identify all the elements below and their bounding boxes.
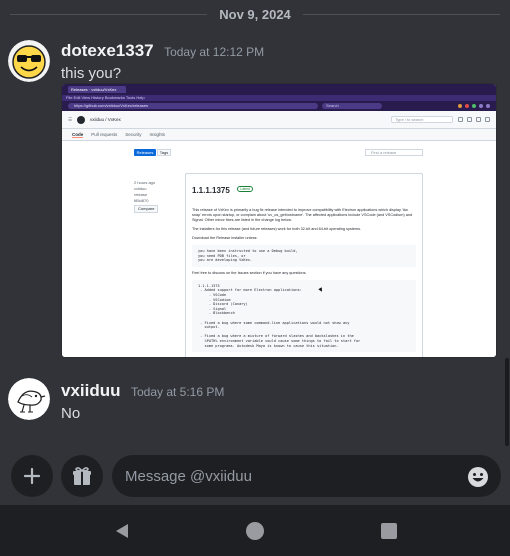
gift-icon: [73, 467, 91, 485]
plus-icon: [458, 117, 463, 122]
code-block: you have been instructed to use a Debug …: [192, 245, 416, 267]
gift-button[interactable]: [61, 455, 103, 497]
add-attachment-button[interactable]: [11, 455, 53, 497]
extension-icon: [458, 104, 462, 108]
tab-pull-requests: Pull requests: [91, 132, 118, 137]
tab-code: Code: [72, 131, 84, 138]
message-vxiiduu: vxiiduu Today at 5:16 PM No: [0, 378, 500, 438]
emoji-button[interactable]: [467, 466, 489, 488]
menu-icon: [486, 104, 490, 108]
username[interactable]: vxiiduu: [61, 381, 121, 400]
smiley-icon: [468, 467, 488, 487]
divider-line-left: [10, 13, 208, 15]
browser-search: Search: [322, 103, 382, 109]
inbox-icon: [485, 117, 490, 122]
browser-tab: Releases · vxiiduu/VxKex: [68, 86, 126, 93]
repo-nav: Code Pull requests Security Insights: [62, 129, 496, 141]
extension-icon: [472, 104, 476, 108]
divider-date: Nov 9, 2024: [219, 6, 291, 22]
username[interactable]: dotexe1337: [61, 41, 154, 60]
release-paragraph: The installers for this release (and fut…: [192, 227, 362, 231]
release-commit: f85d870: [134, 198, 149, 203]
message-input[interactable]: [112, 455, 501, 497]
github-logo-icon: [77, 115, 86, 124]
message-header: vxiiduu Today at 5:16 PM: [61, 381, 224, 401]
recents-square-icon: [381, 523, 397, 539]
release-title: 1.1.1.1375: [192, 186, 230, 195]
release-paragraph: Feel free to discuss on the Issues secti…: [192, 270, 307, 275]
changelog-code-block: 1.1.1.1375 - Added support for more Elec…: [192, 279, 416, 353]
message-header: dotexe1337 Today at 12:12 PM: [61, 41, 264, 61]
release-side-meta: 2 hours ago vxiiduu release f85d870 Comp…: [134, 180, 159, 213]
bird-sketch-avatar-icon[interactable]: [8, 378, 50, 420]
release-paragraph: Download the Release installer unless:: [192, 236, 258, 240]
github-search: Type / to search: [391, 116, 453, 123]
message-text: No: [61, 405, 81, 422]
back-triangle-icon: [116, 524, 128, 538]
repo-name: vxiiduu / VxKex: [90, 117, 121, 122]
extension-icon: [479, 104, 483, 108]
github-header-icons: [458, 117, 490, 122]
issues-icon: [467, 117, 472, 122]
sunglasses-emoji-avatar-icon[interactable]: [8, 40, 50, 82]
browser-url-bar: https://github.com/vxiiduu/VxKex/release…: [62, 101, 496, 111]
divider-line-right: [302, 13, 501, 15]
chat-scrollbar[interactable]: [505, 358, 509, 446]
message-text: this you?: [61, 65, 122, 82]
date-divider: Nov 9, 2024: [0, 0, 510, 28]
extension-icon: [465, 104, 469, 108]
timestamp: Today at 12:12 PM: [164, 45, 265, 59]
plus-icon: [23, 467, 41, 485]
timestamp: Today at 5:16 PM: [130, 385, 225, 399]
home-button[interactable]: [243, 519, 267, 543]
browser-toolbar-icons: [386, 104, 490, 108]
releases-button: Releases: [134, 149, 156, 156]
pr-icon: [476, 117, 481, 122]
release-paragraph: This release of VxKex is primarily a bug…: [192, 208, 413, 222]
home-circle-icon: [246, 522, 264, 540]
compare-button: Compare: [134, 205, 159, 213]
recents-button[interactable]: [377, 519, 401, 543]
tab-insights: Insights: [149, 132, 166, 137]
latest-badge: Latest: [237, 185, 253, 192]
github-release-page: Releases Tags Find a release 2 hours ago…: [62, 141, 496, 357]
find-release-input: Find a release: [365, 149, 423, 156]
message-composer: [0, 453, 510, 501]
browser-tab-bar: Releases · vxiiduu/VxKex: [62, 84, 496, 95]
tags-button: Tags: [157, 149, 171, 156]
github-header: ☰ vxiiduu / VxKex Type / to search: [62, 111, 496, 129]
image-attachment[interactable]: Releases · vxiiduu/VxKex File Edit View …: [61, 83, 497, 358]
hamburger-icon: ☰: [68, 116, 73, 122]
browser-url: https://github.com/vxiiduu/VxKex/release…: [68, 103, 318, 109]
back-button[interactable]: [110, 519, 134, 543]
release-card: 1.1.1.1375 Latest This release of VxKex …: [185, 173, 423, 357]
system-nav-bar: [0, 505, 510, 556]
tab-security: Security: [125, 132, 142, 137]
